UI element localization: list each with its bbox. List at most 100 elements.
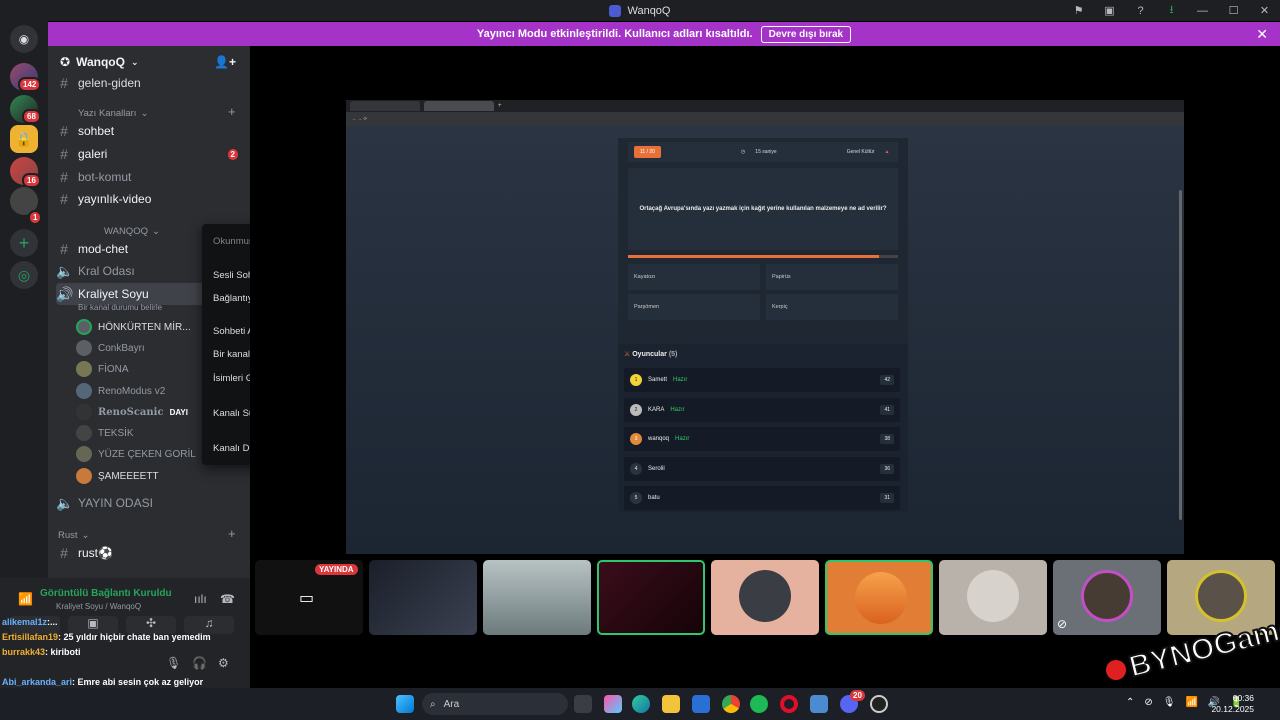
screen-share-view[interactable]: + ← → ⟳ 11 / 20 ◷ 15 saniye Genel Kültür… [346, 100, 1184, 554]
browser-url-bar[interactable]: ← → ⟳ [346, 112, 1184, 126]
voice-user[interactable]: ConkBayrı [76, 338, 145, 358]
question-counter: 11 / 20 [634, 146, 661, 158]
banner-text: Yayıncı Modu etkinleştirildi. Kullanıcı … [476, 28, 753, 40]
maximize-button[interactable]: ☐ [1218, 4, 1249, 17]
add-channel-icon[interactable]: + [228, 104, 236, 119]
help-icon[interactable]: ? [1125, 5, 1156, 17]
channel-yayinlik-video[interactable]: # yayınlık-video [56, 188, 242, 210]
download-icon[interactable]: ⭳ [1156, 1, 1187, 20]
category-yazi-kanallari[interactable]: Yazı Kanalları ⌄ [56, 108, 148, 119]
player-name: wanqoq [648, 436, 670, 442]
add-member-icon[interactable]: 👤+ [214, 55, 236, 69]
voice-status[interactable]: Görüntülü Bağlantı Kuruldu [40, 588, 172, 599]
hash-icon: # [60, 146, 68, 162]
soundboard-icon[interactable]: ıılı [194, 592, 207, 606]
avatar [76, 340, 92, 356]
quiz-timer: 15 saniye [755, 149, 777, 155]
windows-start-icon[interactable] [396, 695, 414, 713]
add-server-icon[interactable]: + [10, 229, 38, 257]
store-icon[interactable] [692, 695, 710, 713]
player-row: 2 KARA Hazır 41 [624, 398, 900, 422]
answer-option[interactable]: Papirüs [766, 264, 898, 290]
browser-tab[interactable] [424, 101, 494, 111]
user-name: YÜZE ÇEKEN GORİL [98, 448, 196, 460]
disconnect-icon[interactable]: ☎ [220, 592, 235, 606]
screen-share-icon: ▭ [299, 590, 315, 607]
voice-user[interactable]: TEKSİK [76, 423, 134, 443]
avatar [739, 570, 791, 622]
voice-user[interactable]: ŞAMEEEETT [76, 466, 159, 486]
nav-arrows-icon[interactable]: ← → ⟳ [352, 116, 367, 122]
lock-icon[interactable]: 🔒 [10, 125, 38, 153]
voice-user[interactable]: FİONA [76, 359, 129, 379]
participant-tile[interactable] [369, 560, 477, 635]
spotify-icon[interactable] [750, 695, 768, 713]
flag-icon[interactable]: ⚑ [1063, 4, 1094, 17]
channel-sohbet[interactable]: # sohbet [56, 120, 242, 142]
voice-user[interactable]: HÖNKÜRTEN MİR... [76, 317, 191, 337]
app-icon[interactable] [810, 695, 828, 713]
answer-option[interactable]: Parşömen [628, 294, 760, 320]
category-rust[interactable]: Rust ⌄ [56, 530, 90, 541]
mention-badge: 16 [22, 173, 41, 188]
quiz-page: 11 / 20 ◷ 15 saniye Genel Kültür ▲ Ortaç… [346, 126, 1184, 554]
user-tag: DAYI [169, 407, 188, 417]
caret-up-icon[interactable]: ▲ [885, 149, 890, 155]
answer-option[interactable]: Kerpiç [766, 294, 898, 320]
guild-icon: ✪ [60, 55, 71, 69]
file-explorer-icon[interactable] [662, 695, 680, 713]
player-row: 4 Serolil 36 [624, 457, 900, 481]
add-channel-icon[interactable]: + [228, 526, 236, 541]
voice-user[interactable]: RenoModus v2 [76, 381, 165, 401]
player-name: Serolil [648, 466, 665, 472]
scrollbar[interactable] [1179, 190, 1182, 520]
new-tab-icon[interactable]: + [498, 103, 502, 109]
avatar [76, 404, 92, 420]
participant-tile[interactable] [939, 560, 1047, 635]
participant-tile[interactable] [825, 560, 933, 635]
category-label: Yazı Kanalları [78, 108, 137, 119]
edge-icon[interactable] [632, 695, 650, 713]
channel-name: bot-komut [78, 170, 132, 184]
channel-name: galeri [78, 147, 108, 161]
close-icon[interactable]: ✕ [1256, 26, 1268, 43]
screen-share-icon[interactable]: ▣ [1094, 4, 1125, 17]
disable-streamer-mode-button[interactable]: Devre dışı bırak [760, 25, 852, 43]
participant-tile[interactable]: YAYINDA ▭ [255, 560, 363, 635]
mention-badge: 1 [28, 210, 43, 225]
participant-tile[interactable] [597, 560, 705, 635]
players-title: Oyuncular [632, 351, 667, 358]
chat-user: Ertisillafan19 [2, 632, 59, 642]
category-wanqoq[interactable]: WANQOQ ⌄ [56, 226, 160, 237]
browser-tab[interactable] [350, 101, 420, 111]
voice-user[interactable]: RenoScanic DAYI [76, 402, 188, 422]
task-view-icon[interactable] [574, 695, 592, 713]
voice-channel-yayin-odasi[interactable]: 🔈 YAYIN ODASI [56, 492, 242, 514]
channel-rust[interactable]: # rust⚽ [56, 542, 242, 564]
channel-bot-komut[interactable]: # bot-komut [56, 166, 242, 188]
chrome-icon[interactable] [722, 695, 740, 713]
player-row: 5 batu 31 [624, 486, 900, 510]
close-button[interactable]: ✕ [1249, 4, 1280, 17]
minimize-button[interactable]: — [1187, 5, 1218, 17]
answer-option[interactable]: Kayatozı [628, 264, 760, 290]
channel-gelen-giden[interactable]: # gelen-giden [56, 72, 242, 94]
participant-tile[interactable] [483, 560, 591, 635]
system-clock[interactable]: 00:36 20.12.2025 [1211, 693, 1254, 715]
discover-icon[interactable]: ◎ [10, 261, 38, 289]
copilot-icon[interactable] [604, 695, 622, 713]
taskbar-search[interactable]: ⌕ Ara [422, 693, 568, 715]
player-name: batu [648, 495, 660, 501]
obs-icon[interactable] [870, 695, 888, 713]
channel-galeri[interactable]: # galeri 2 [56, 143, 242, 165]
windows-taskbar: ⌕ Ara 20 ⌃⊘🎙📶🔊🔋 00:36 20.12.2025 [0, 688, 1280, 720]
opera-icon[interactable] [780, 695, 798, 713]
discord-home-icon[interactable]: ◉ [10, 25, 38, 53]
logo-mark-icon [1106, 660, 1126, 680]
participant-tile[interactable] [711, 560, 819, 635]
channel-status[interactable]: Bir kanal durumu belirle [78, 303, 162, 312]
server-avatar-icon [609, 4, 622, 17]
voice-channel-path[interactable]: Kraliyet Soyu / WanqoQ [56, 602, 141, 611]
avatar [76, 383, 92, 399]
voice-user[interactable]: YÜZE ÇEKEN GORİL [76, 444, 196, 464]
